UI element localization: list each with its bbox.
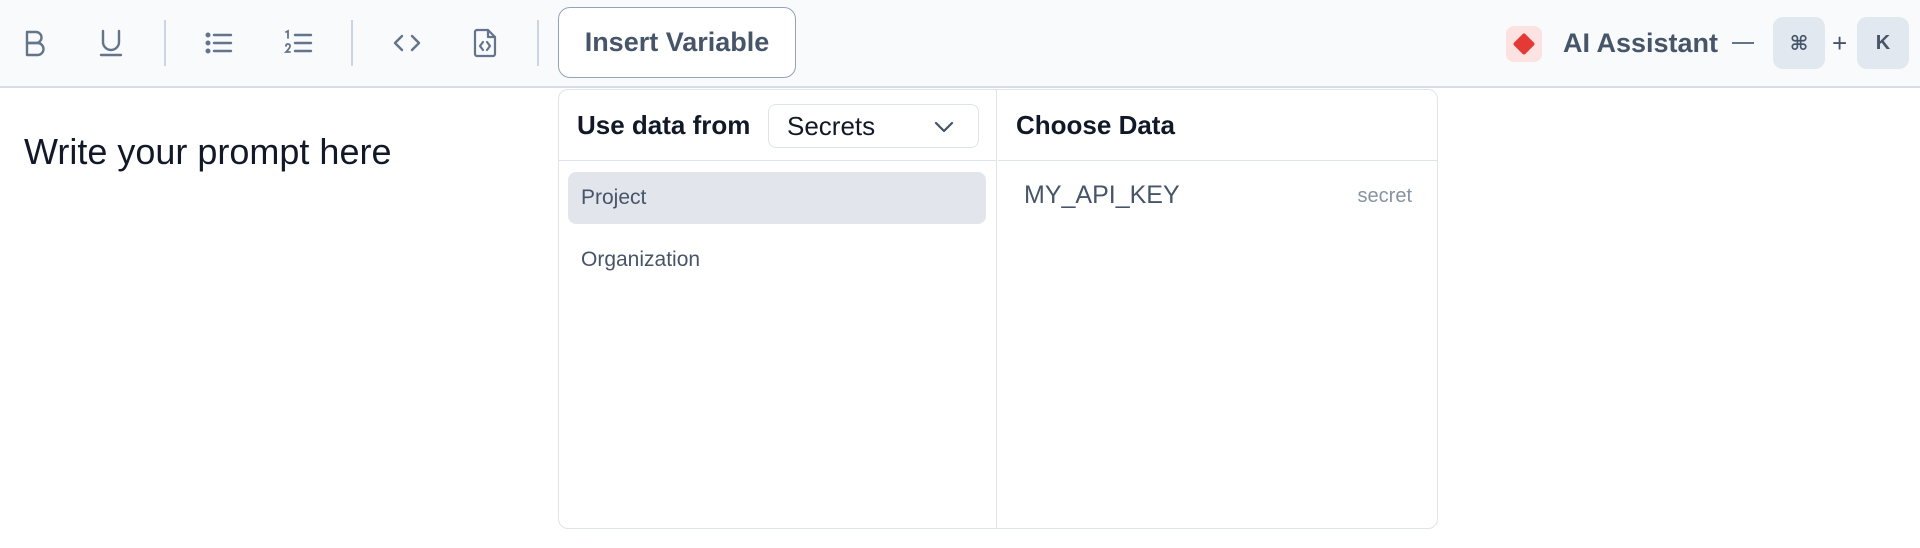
editor-toolbar: Insert Variable AI Assistant ⌘ + K	[0, 0, 1920, 88]
toolbar-divider	[351, 20, 353, 66]
data-source-panel: Use data from Secrets Project Organizati…	[559, 90, 997, 528]
chevron-down-icon	[934, 121, 954, 133]
scope-item-organization[interactable]: Organization	[568, 234, 986, 286]
underline-icon[interactable]	[88, 20, 134, 66]
ai-assistant-icon[interactable]	[1506, 26, 1542, 62]
data-source-select[interactable]: Secrets	[768, 104, 979, 148]
shortcut-plus: +	[1832, 28, 1848, 58]
toolbar-divider	[537, 20, 539, 66]
bold-icon[interactable]	[11, 20, 57, 66]
data-list-item[interactable]: MY_API_KEY secret	[998, 170, 1437, 222]
choose-data-label: Choose Data	[1016, 110, 1175, 140]
data-source-header: Use data from Secrets	[559, 90, 996, 161]
code-file-icon[interactable]	[462, 20, 508, 66]
use-data-from-label: Use data from	[577, 110, 751, 140]
ai-assistant-label[interactable]: AI Assistant	[1563, 24, 1718, 62]
shortcut-separator	[1732, 42, 1754, 44]
variable-type-label: secret	[1357, 185, 1412, 207]
prompt-editor-placeholder[interactable]: Write your prompt here	[24, 130, 391, 174]
insert-variable-button[interactable]: Insert Variable	[558, 7, 796, 78]
scope-item-project[interactable]: Project	[568, 172, 986, 224]
choose-data-panel: Choose Data MY_API_KEY secret	[998, 90, 1437, 528]
numbered-list-icon[interactable]	[276, 20, 322, 66]
shortcut-key: K	[1857, 17, 1909, 69]
shortcut-modifier-key: ⌘	[1773, 17, 1825, 69]
toolbar-divider	[164, 20, 166, 66]
variable-name: MY_API_KEY	[1024, 181, 1180, 209]
data-source-selected-value: Secrets	[787, 111, 876, 141]
code-icon[interactable]	[384, 20, 430, 66]
choose-data-header: Choose Data	[998, 90, 1437, 161]
insert-variable-popover: Use data from Secrets Project Organizati…	[558, 89, 1438, 529]
bullet-list-icon[interactable]	[196, 20, 242, 66]
